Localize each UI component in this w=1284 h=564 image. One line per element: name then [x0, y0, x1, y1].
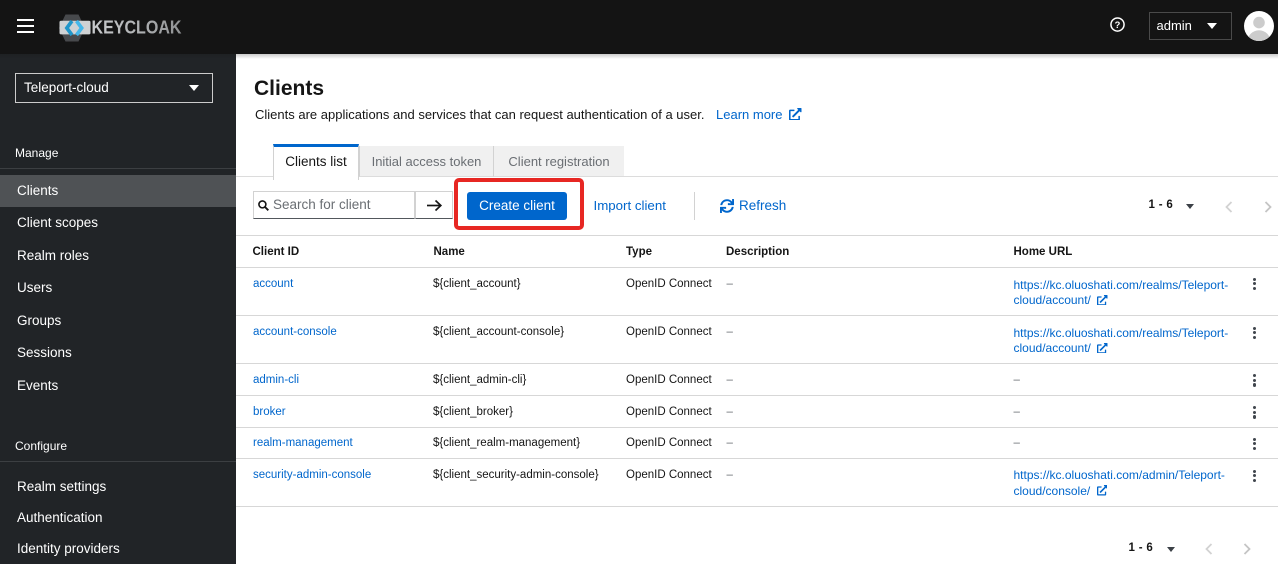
svg-text:KEYCLOAK: KEYCLOAK [92, 17, 183, 38]
svg-text:?: ? [1115, 20, 1121, 30]
